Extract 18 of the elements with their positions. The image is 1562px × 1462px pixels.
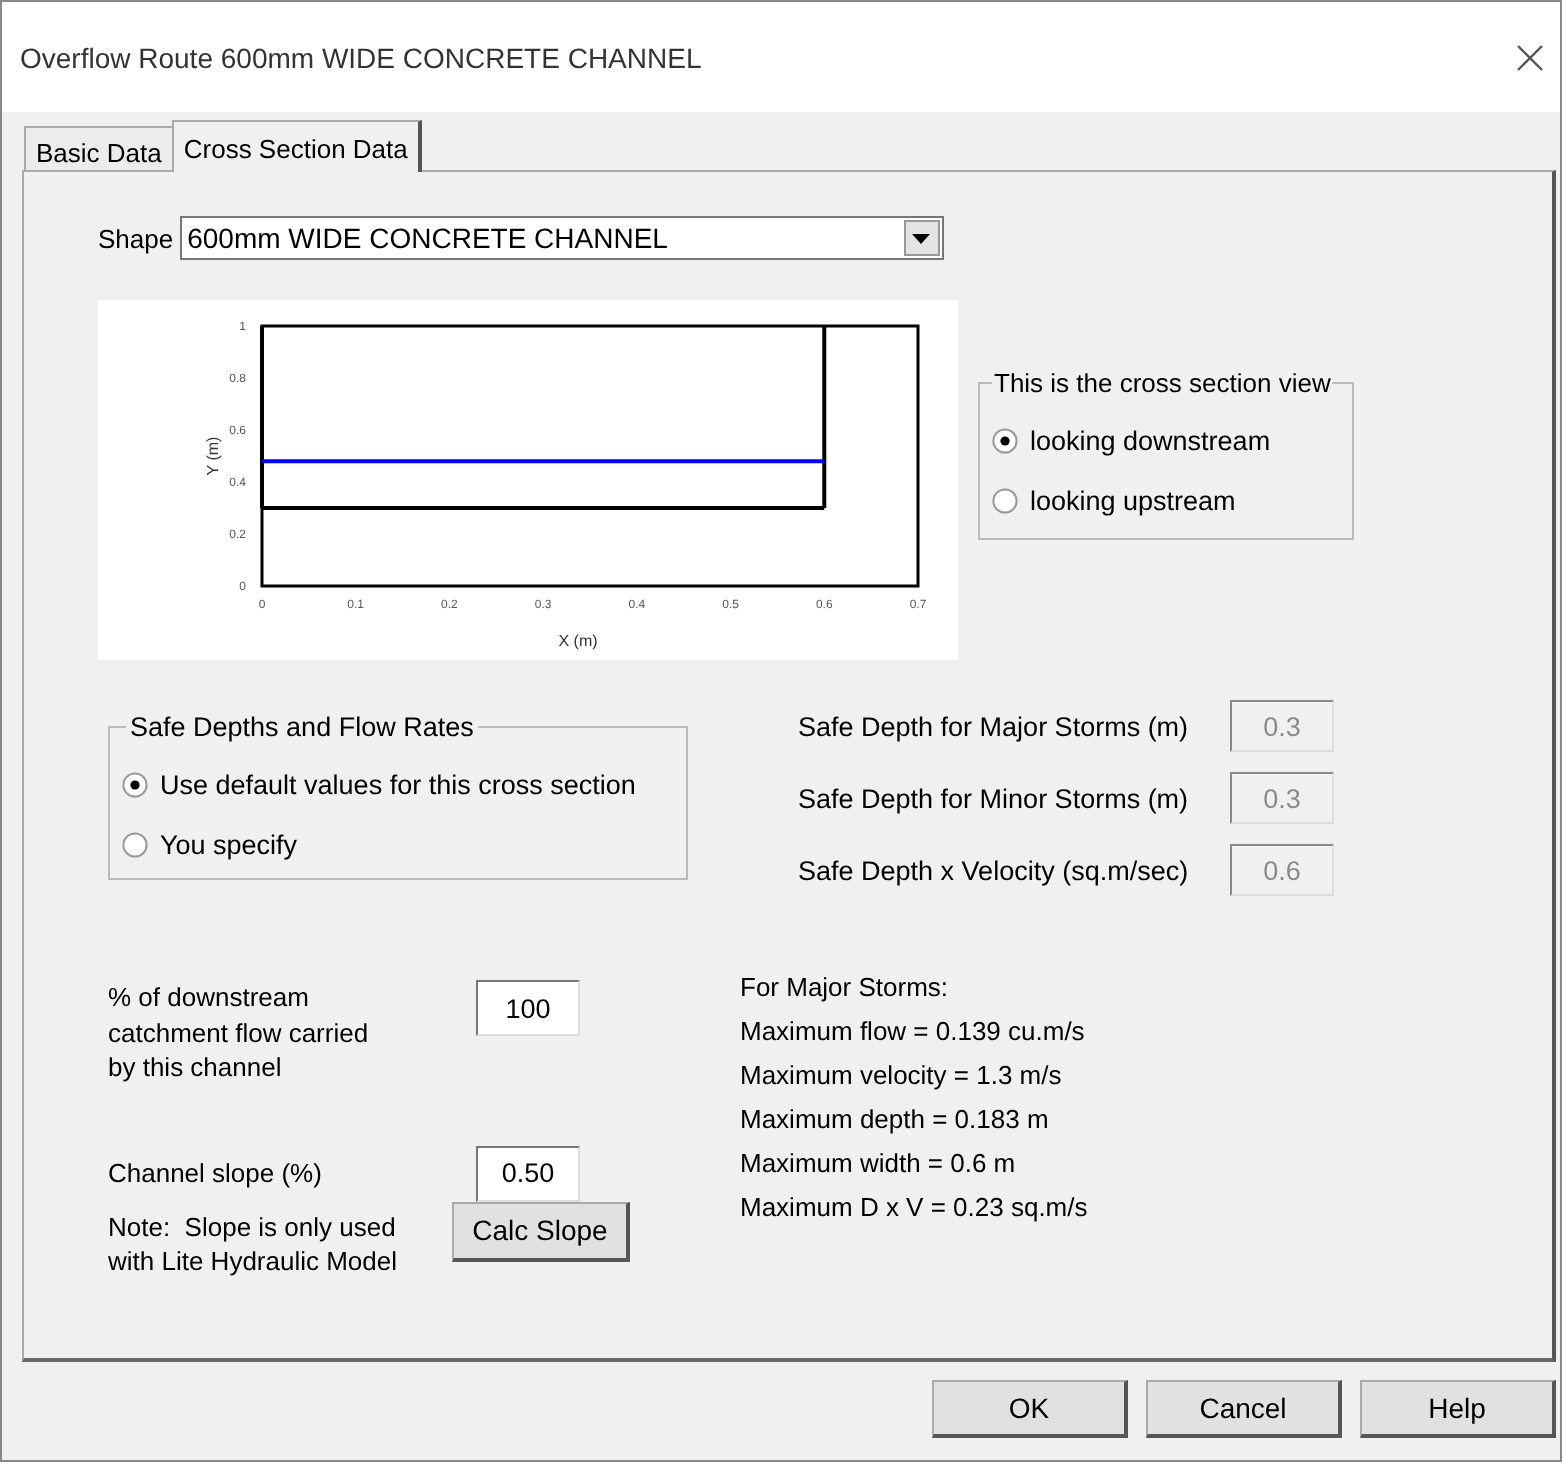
group-title: This is the cross section view [992,368,1333,398]
field-label: Safe Depth x Velocity (sq.m/sec) [798,855,1191,885]
window-title: Overflow Route 600mm WIDE CONCRETE CHANNEL [20,41,702,73]
axis-label: Y (m) [204,436,222,476]
field-label: Safe Depth for Major Storms (m) [798,711,1191,741]
result-text: Maximum depth = 0.183 m [740,1104,1051,1136]
shape-label: Shape [98,223,174,253]
field-label: % of downstream catchment flow carried by this channel [108,980,371,1085]
note-text: Note: Slope is only used with Lite Hydraulic Model [108,1209,400,1279]
result-text: Maximum velocity = 1.3 m/s [740,1060,1064,1092]
result-text: Maximum width = 0.6 m [740,1148,1018,1180]
axis-label: X (m) [558,632,598,650]
result-text: Maximum flow = 0.139 cu.m/s [740,1016,1087,1048]
result-text: Maximum D x V = 0.23 sq.m/s [740,1192,1088,1224]
field-label: Safe Depth for Minor Storms (m) [798,783,1191,813]
group-title: Safe Depths and Flow Rates [128,712,476,742]
results-heading: For Major Storms: [740,972,951,1004]
field-label: Channel slope (%) [108,1155,324,1191]
